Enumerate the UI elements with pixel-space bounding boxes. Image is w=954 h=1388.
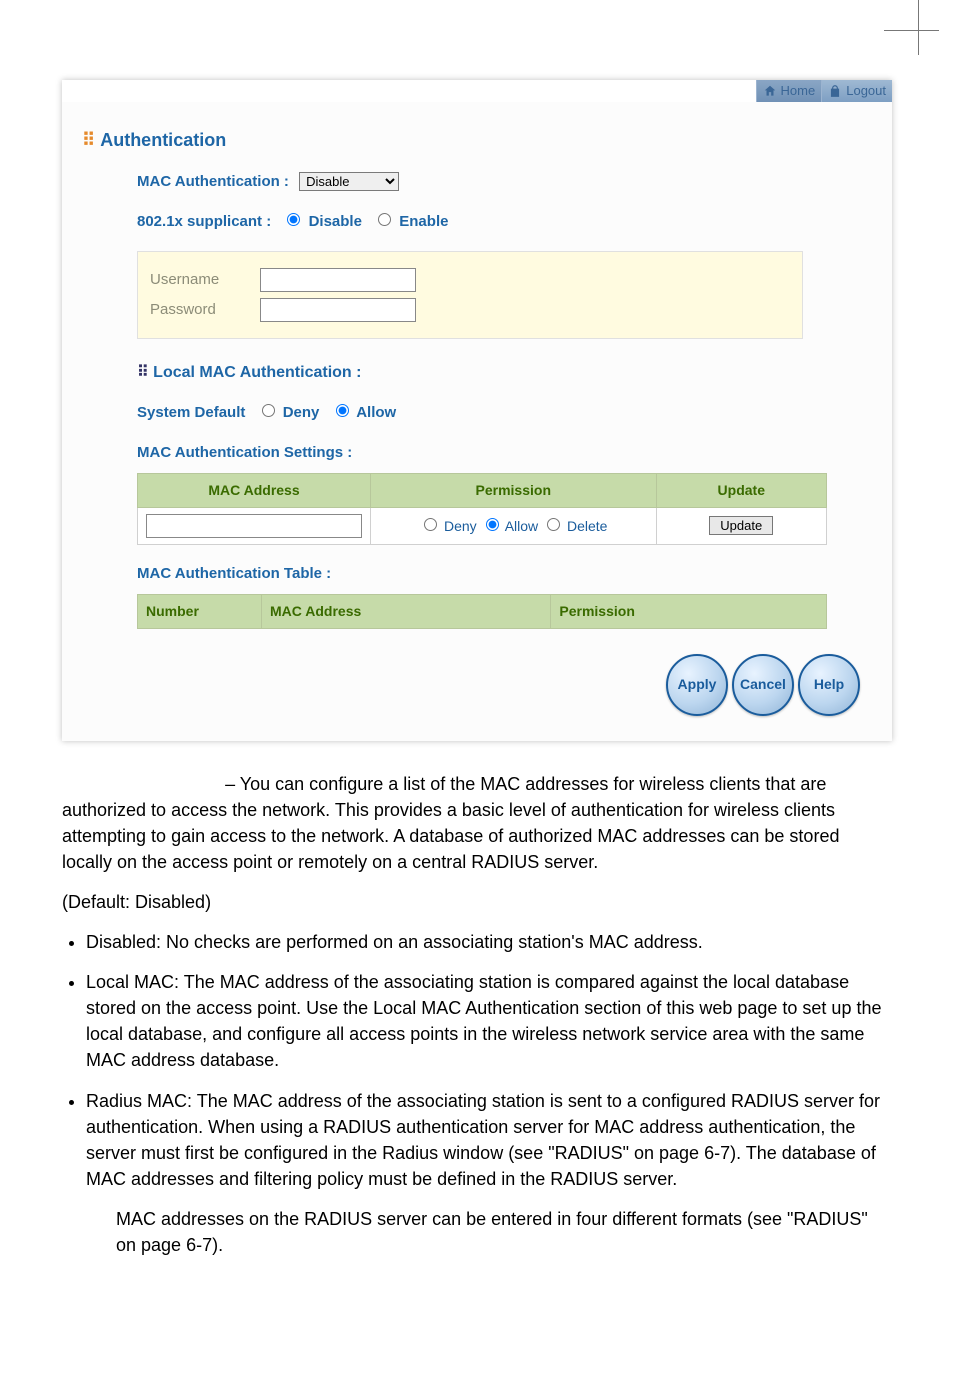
col-update: Update — [656, 474, 826, 507]
perm-allow-label: Allow — [505, 518, 538, 534]
crop-mark — [884, 0, 954, 70]
password-label: Password — [150, 299, 260, 321]
credentials-box: Username Password — [137, 251, 803, 339]
home-button[interactable]: Home — [756, 80, 822, 102]
allow-label: Allow — [356, 404, 396, 421]
panel-title: ⠿ Authentication — [82, 127, 862, 153]
system-default-label: System Default — [137, 402, 245, 424]
supplicant-disable-radio[interactable] — [287, 213, 300, 226]
supplicant-row: 802.1x supplicant : Disable Enable — [137, 211, 862, 233]
permission-cell: Deny Allow Delete — [371, 507, 657, 544]
mac-settings-row: Deny Allow Delete Update — [138, 507, 827, 544]
supplicant-enable-label: Enable — [399, 213, 448, 230]
username-input[interactable] — [260, 268, 416, 292]
note-paragraph: MAC addresses on the RADIUS server can b… — [116, 1206, 892, 1258]
system-default-deny-radio[interactable] — [262, 404, 275, 417]
home-icon — [763, 84, 777, 98]
local-mac-title: ⠿ Local MAC Authentication : — [137, 361, 862, 384]
mac-auth-select[interactable]: Disable — [299, 172, 399, 191]
top-bar: Home Logout — [62, 80, 892, 102]
system-default-allow-radio[interactable] — [336, 404, 349, 417]
bullet-radius: Radius MAC: The MAC address of the assoc… — [86, 1088, 892, 1192]
col-permission-2: Permission — [551, 595, 827, 628]
apply-button[interactable]: Apply — [666, 654, 728, 716]
logout-button[interactable]: Logout — [821, 80, 892, 102]
system-default-row: System Default Deny Allow — [137, 402, 862, 424]
logout-label: Logout — [846, 82, 886, 101]
perm-delete-label: Delete — [567, 518, 607, 534]
mac-settings-label: MAC Authentication Settings : — [137, 442, 862, 464]
home-label: Home — [781, 82, 816, 101]
perm-deny-label: Deny — [444, 518, 477, 534]
supplicant-label: 802.1x supplicant : — [137, 211, 271, 233]
supplicant-enable-radio[interactable] — [378, 213, 391, 226]
username-label: Username — [150, 269, 260, 291]
update-button[interactable]: Update — [709, 516, 773, 535]
col-mac-address: MAC Address — [138, 474, 371, 507]
col-mac-address-2: MAC Address — [262, 595, 551, 628]
bullet-local: Local MAC: The MAC address of the associ… — [86, 969, 892, 1073]
supplicant-disable-label: Disable — [309, 213, 362, 230]
local-mac-title-text: Local MAC Authentication : — [153, 364, 361, 381]
perm-deny-radio[interactable] — [424, 518, 437, 531]
col-number: Number — [138, 595, 262, 628]
cancel-button[interactable]: Cancel — [732, 654, 794, 716]
intro-paragraph: – You can configure a list of the MAC ad… — [62, 774, 839, 872]
action-button-row: Apply Cancel Help — [62, 654, 892, 716]
mac-auth-label: MAC Authentication : — [137, 171, 289, 193]
default-line: (Default: Disabled) — [62, 889, 892, 915]
password-input[interactable] — [260, 298, 416, 322]
config-panel-screenshot: Home Logout ⠿ Authentication MAC Authent… — [62, 80, 892, 741]
mac-settings-table: MAC Address Permission Update Deny Allow… — [137, 473, 827, 544]
document-body: MAC Authentication – You can configure a… — [62, 771, 892, 1259]
logout-icon — [828, 84, 842, 98]
perm-allow-radio[interactable] — [486, 518, 499, 531]
mac-auth-table: Number MAC Address Permission — [137, 594, 827, 628]
perm-delete-radio[interactable] — [547, 518, 560, 531]
help-button[interactable]: Help — [798, 654, 860, 716]
deny-label: Deny — [283, 404, 320, 421]
col-permission: Permission — [371, 474, 657, 507]
bullet-disabled: Disabled: No checks are performed on an … — [86, 929, 892, 955]
panel-title-text: Authentication — [100, 130, 226, 150]
title-bullet-icon: ⠿ — [82, 130, 93, 150]
mac-address-input[interactable] — [146, 514, 362, 538]
mac-table-label: MAC Authentication Table : — [137, 563, 862, 585]
mac-authentication-row: MAC Authentication : Disable — [137, 171, 862, 193]
local-mac-bullet-icon: ⠿ — [137, 364, 147, 381]
